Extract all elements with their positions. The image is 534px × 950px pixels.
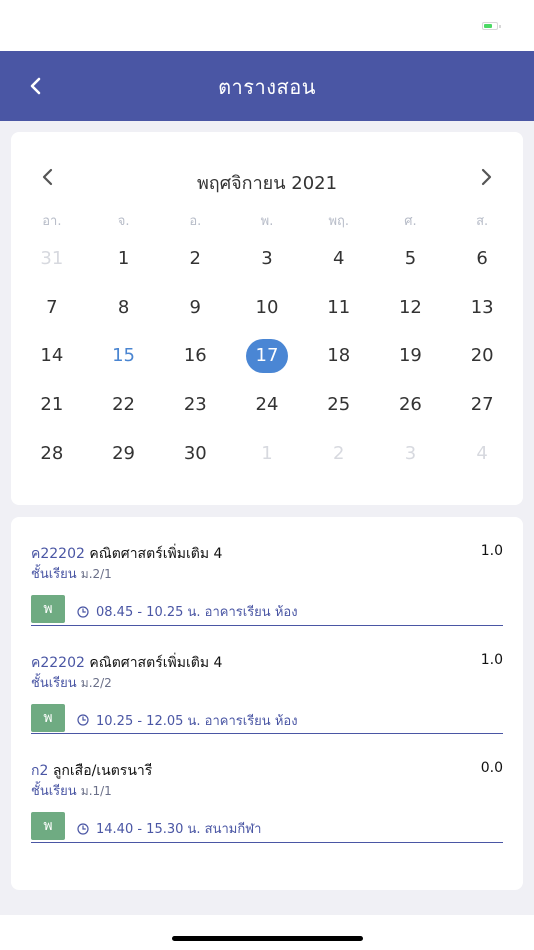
weekday-label: พ.	[260, 214, 274, 229]
calendar-day[interactable]: 26	[375, 380, 447, 429]
clock-icon	[77, 714, 89, 726]
battery-icon	[482, 22, 501, 30]
course-credits: 1.0	[480, 651, 503, 668]
calendar-day[interactable]: 1	[88, 234, 160, 283]
bottom-area	[0, 915, 534, 950]
calendar-day[interactable]: 14	[16, 331, 88, 380]
calendar: พฤศจิกายน 2021 อา. จ. อ. พ. พฤ. ศ. ส. 31…	[11, 132, 523, 505]
day-badge: พ	[31, 703, 65, 732]
course-name: ลูกเสือ/เนตรนารี	[52, 763, 153, 779]
calendar-day[interactable]: 8	[88, 283, 160, 332]
calendar-day[interactable]: 16	[159, 331, 231, 380]
calendar-day[interactable]: 2	[159, 234, 231, 283]
course-credits: 1.0	[480, 543, 503, 559]
weekday-label: อ.	[189, 214, 202, 229]
course-title: ค22202 คณิตศาสตร์เพิ่มเติม 4	[31, 652, 222, 674]
page-title: ตารางสอน	[218, 75, 316, 99]
calendar-day[interactable]: 5	[375, 234, 447, 283]
calendar-day-today[interactable]: 15	[88, 331, 160, 380]
schedule-list: ค22202 คณิตศาสตร์เพิ่มเติม 4 1.0 ชั้นเรี…	[11, 517, 523, 890]
class-info: ชั้นเรียน ม.2/2	[31, 672, 112, 693]
calendar-day[interactable]: 9	[159, 283, 231, 332]
calendar-day[interactable]: 6	[446, 234, 518, 283]
weekday-label: พฤ.	[328, 214, 350, 229]
class-info: ชั้นเรียน ม.1/1	[31, 780, 112, 801]
weekday-label: ศ.	[404, 214, 417, 229]
calendar-day[interactable]: 23	[159, 380, 231, 429]
calendar-day[interactable]: 7	[16, 283, 88, 332]
course-code: ค22202	[31, 654, 85, 671]
course-credits: 0.0	[480, 760, 503, 776]
course-name: คณิตศาสตร์เพิ่มเติม 4	[89, 654, 223, 671]
days-grid: 31 1 2 3 4 5 6 7 8 9 10 11 12 13 14 15 1…	[16, 234, 518, 477]
calendar-day[interactable]: 18	[303, 331, 375, 380]
header-bar: ตารางสอน	[0, 51, 534, 121]
time-location: 08.45 - 10.25 น. อาคารเรียน ห้อง	[77, 601, 298, 622]
schedule-item[interactable]: ก2 ลูกเสือ/เนตรนารี 0.0 ชั้นเรียน ม.1/1 …	[31, 734, 503, 843]
calendar-day-selected[interactable]: 17	[231, 331, 303, 380]
class-level: ม.2/1	[80, 567, 112, 581]
class-label: ชั้นเรียน	[31, 567, 77, 582]
calendar-day[interactable]: 13	[446, 283, 518, 332]
calendar-day[interactable]: 24	[231, 380, 303, 429]
weekday-header: อา. จ. อ. พ. พฤ. ศ. ส.	[16, 210, 518, 231]
calendar-day[interactable]: 10	[231, 283, 303, 332]
clock-icon	[77, 822, 89, 835]
calendar-day[interactable]: 3	[375, 429, 447, 478]
calendar-day[interactable]: 30	[159, 429, 231, 478]
course-code: ค22202	[31, 546, 85, 562]
calendar-day[interactable]: 12	[375, 283, 447, 332]
chevron-right-icon	[481, 168, 492, 186]
calendar-day[interactable]: 22	[88, 380, 160, 429]
next-month-button[interactable]	[471, 162, 501, 192]
calendar-day[interactable]: 3	[231, 234, 303, 283]
calendar-day[interactable]: 20	[446, 331, 518, 380]
calendar-day[interactable]: 25	[303, 380, 375, 429]
class-label: ชั้นเรียน	[31, 675, 77, 691]
time-text: 10.25 - 12.05 น. อาคารเรียน ห้อง	[96, 713, 298, 729]
day-badge: พ	[31, 812, 65, 840]
status-bar	[0, 0, 534, 51]
month-label: พฤศจิกายน 2021	[196, 173, 338, 194]
calendar-day[interactable]: 11	[303, 283, 375, 332]
time-location: 10.25 - 12.05 น. อาคารเรียน ห้อง	[77, 710, 298, 731]
schedule-item[interactable]: ค22202 คณิตศาสตร์เพิ่มเติม 4 1.0 ชั้นเรี…	[31, 517, 503, 626]
calendar-day[interactable]: 31	[16, 234, 88, 283]
clock-icon	[77, 605, 89, 618]
time-text: 14.40 - 15.30 น. สนามกีฬา	[96, 822, 262, 837]
calendar-day[interactable]: 4	[446, 429, 518, 478]
calendar-day[interactable]: 29	[88, 429, 160, 478]
class-info: ชั้นเรียน ม.2/1	[31, 563, 112, 584]
schedule-item[interactable]: ค22202 คณิตศาสตร์เพิ่มเติม 4 1.0 ชั้นเรี…	[31, 626, 503, 734]
calendar-day[interactable]: 27	[446, 380, 518, 429]
home-indicator[interactable]	[172, 936, 363, 941]
class-level: ม.2/2	[80, 675, 112, 690]
weekday-label: จ.	[117, 214, 130, 229]
calendar-day[interactable]: 1	[231, 429, 303, 478]
weekday-label: อา.	[42, 214, 62, 229]
day-badge: พ	[31, 595, 65, 623]
calendar-day[interactable]: 28	[16, 429, 88, 478]
time-location: 14.40 - 15.30 น. สนามกีฬา	[77, 818, 261, 839]
class-level: ม.1/1	[80, 784, 112, 798]
course-title: ค22202 คณิตศาสตร์เพิ่มเติม 4	[31, 543, 222, 565]
time-text: 08.45 - 10.25 น. อาคารเรียน ห้อง	[96, 605, 298, 620]
calendar-day[interactable]: 4	[303, 234, 375, 283]
course-title: ก2 ลูกเสือ/เนตรนารี	[31, 760, 152, 782]
course-code: ก2	[31, 763, 49, 779]
calendar-day[interactable]: 21	[16, 380, 88, 429]
calendar-day[interactable]: 2	[303, 429, 375, 478]
class-label: ชั้นเรียน	[31, 784, 77, 799]
calendar-day[interactable]: 19	[375, 331, 447, 380]
weekday-label: ส.	[476, 214, 489, 229]
course-name: คณิตศาสตร์เพิ่มเติม 4	[89, 546, 223, 562]
